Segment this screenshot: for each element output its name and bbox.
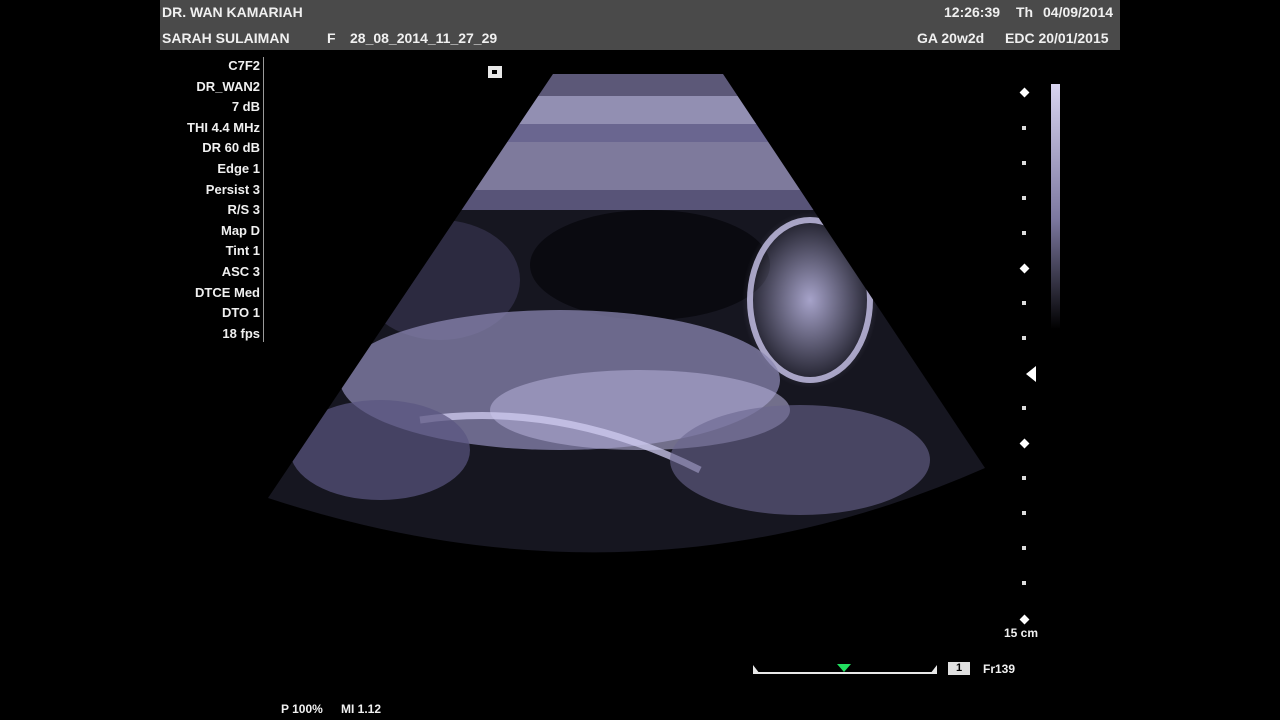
depth-tick bbox=[1022, 581, 1026, 585]
depth-tick bbox=[1022, 511, 1026, 515]
grayscale-bar bbox=[1051, 84, 1060, 329]
depth-tick bbox=[1022, 476, 1026, 480]
depth-tick bbox=[1022, 406, 1026, 410]
ultrasound-image bbox=[268, 74, 985, 553]
focus-marker-icon bbox=[1026, 366, 1036, 382]
depth-label: 15 cm bbox=[1004, 626, 1039, 640]
cine-end-icon bbox=[930, 665, 937, 674]
depth-tick bbox=[1022, 196, 1026, 200]
depth-tick bbox=[1022, 301, 1026, 305]
mechanical-index: MI 1.12 bbox=[341, 702, 382, 716]
depth-tick bbox=[1022, 546, 1026, 550]
depth-tick bbox=[1022, 161, 1026, 165]
depth-tick bbox=[1022, 231, 1026, 235]
cine-position-marker[interactable] bbox=[837, 664, 851, 672]
acoustic-power: P 100% bbox=[281, 702, 323, 716]
depth-tick bbox=[1022, 126, 1026, 130]
depth-tick bbox=[1022, 336, 1026, 340]
orientation-marker-icon bbox=[488, 66, 502, 78]
cine-track bbox=[753, 672, 937, 674]
frame-number: Fr139 bbox=[983, 662, 1016, 676]
cine-page-number: 1 bbox=[948, 662, 970, 675]
cine-scroll-bar[interactable] bbox=[753, 663, 937, 675]
